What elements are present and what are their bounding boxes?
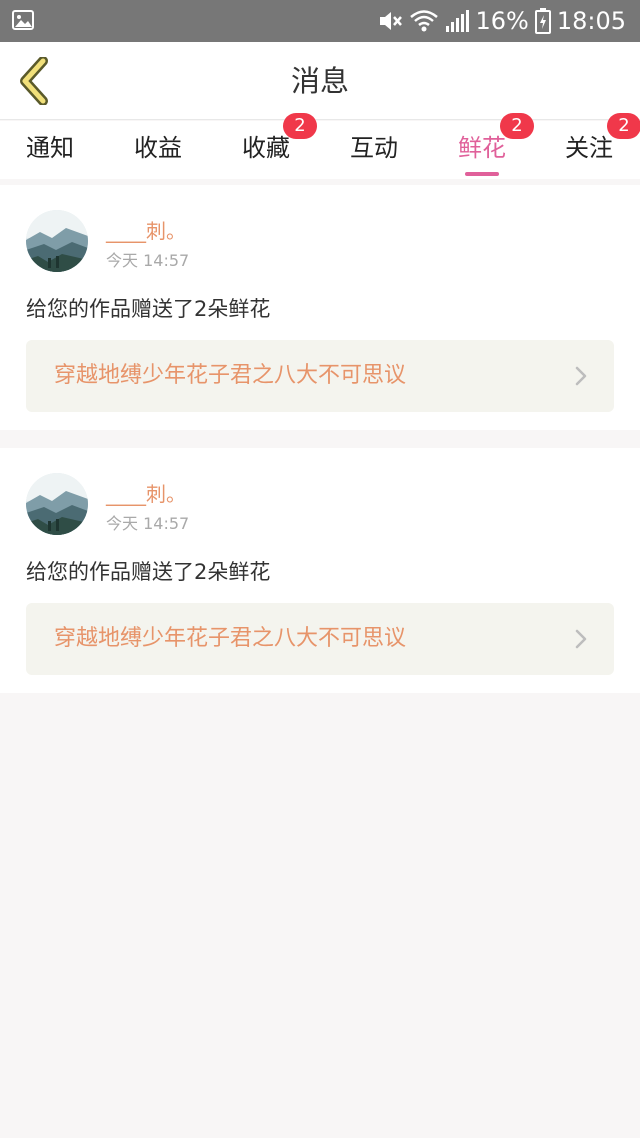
- tab-label: 通知: [26, 134, 74, 162]
- status-bar: 16% 18:05: [0, 0, 640, 42]
- mute-icon: [377, 9, 403, 33]
- tab-bar: 通知 收益 收藏 2 互动 鲜花 2 关注 2: [0, 113, 640, 179]
- chevron-right-icon: [575, 366, 587, 386]
- tab-notice[interactable]: 通知: [5, 121, 95, 179]
- clock: 18:05: [556, 7, 626, 35]
- timestamp: 今天 14:57: [106, 251, 190, 270]
- battery-percent: 16%: [475, 7, 529, 35]
- image-icon: [12, 10, 34, 34]
- chevron-right-icon: [575, 629, 587, 649]
- signal-icon: [445, 10, 470, 32]
- work-title: 穿越地缚少年花子君之八大不可思议: [54, 626, 407, 651]
- tab-label: 互动: [350, 134, 398, 162]
- timestamp: 今天 14:57: [106, 514, 190, 533]
- tab-label: 收益: [134, 134, 182, 162]
- work-title: 穿越地缚少年花子君之八大不可思议: [54, 363, 407, 388]
- app-header: 消息: [0, 42, 640, 120]
- unread-badge: 2: [607, 113, 640, 139]
- battery-icon: [534, 8, 551, 34]
- work-link[interactable]: 穿越地缚少年花子君之八大不可思议: [26, 603, 614, 675]
- unread-badge: 2: [500, 113, 534, 139]
- tab-favorites[interactable]: 收藏 2: [221, 113, 317, 179]
- tab-follow[interactable]: 关注 2: [544, 113, 640, 179]
- work-link[interactable]: 穿越地缚少年花子君之八大不可思议: [26, 340, 614, 412]
- notification-card: ____刺。 今天 14:57 给您的作品赠送了2朵鲜花 穿越地缚少年花子君之八…: [0, 185, 640, 430]
- avatar[interactable]: [26, 473, 88, 535]
- tab-interaction[interactable]: 互动: [329, 121, 419, 179]
- active-tab-indicator: [465, 172, 499, 176]
- avatar[interactable]: [26, 210, 88, 272]
- username[interactable]: ____刺。: [106, 478, 186, 507]
- tab-flowers[interactable]: 鲜花 2: [437, 113, 534, 179]
- page-title: 消息: [290, 64, 349, 98]
- notification-message: 给您的作品赠送了2朵鲜花: [26, 297, 271, 321]
- tab-income[interactable]: 收益: [113, 121, 203, 179]
- wifi-icon: [409, 9, 439, 33]
- username[interactable]: ____刺。: [106, 215, 186, 244]
- notification-message: 给您的作品赠送了2朵鲜花: [26, 560, 271, 584]
- unread-badge: 2: [283, 113, 317, 139]
- notification-card: ____刺。 今天 14:57 给您的作品赠送了2朵鲜花 穿越地缚少年花子君之八…: [0, 448, 640, 693]
